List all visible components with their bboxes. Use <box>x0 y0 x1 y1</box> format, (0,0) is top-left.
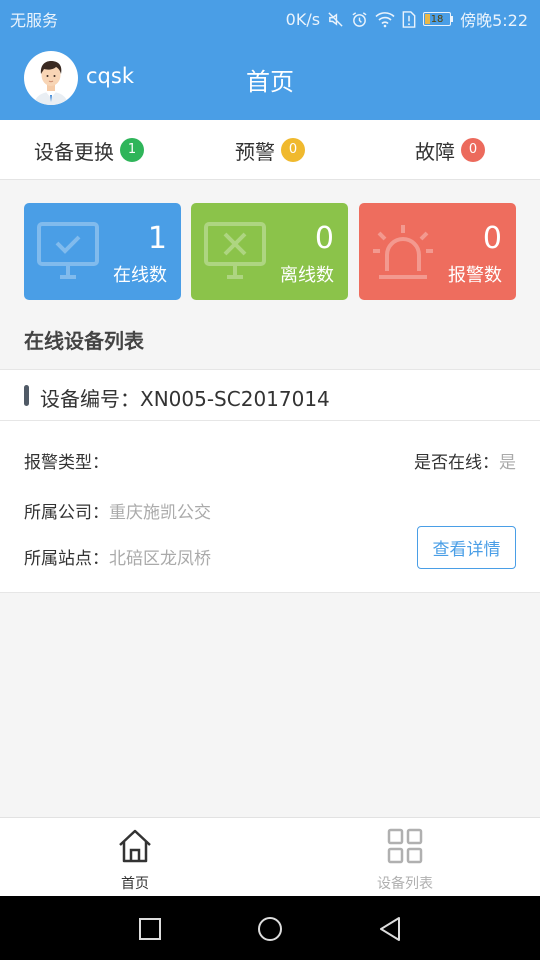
company-value: 重庆施凯公交 <box>109 503 211 523</box>
stat-value: 1 <box>147 221 167 256</box>
tab-warning[interactable]: 预警 0 <box>235 120 305 180</box>
category-tabs: 设备更换 1 预警 0 故障 0 <box>0 120 540 180</box>
page-title: 首页 <box>246 68 294 96</box>
station-value: 北碚区龙凤桥 <box>109 549 211 569</box>
tab-label: 预警 <box>235 139 275 164</box>
stat-card-alarm[interactable]: 0 报警数 <box>359 203 516 300</box>
count-badge: 0 <box>281 138 305 162</box>
stat-card-online[interactable]: 1 在线数 <box>24 203 181 300</box>
nav-label: 首页 <box>121 876 149 892</box>
alarm-icon <box>352 11 367 27</box>
stat-card-offline[interactable]: 0 离线数 <box>191 203 348 300</box>
stat-label: 离线数 <box>280 265 334 286</box>
alarm-type-field: 报警类型： <box>24 448 109 473</box>
station-label: 所属站点： <box>24 549 109 569</box>
home-icon <box>119 829 151 863</box>
clock: 傍晚5:22 <box>460 11 528 30</box>
online-field: 是否在线：是 <box>414 448 516 473</box>
view-details-button[interactable]: 查看详情 <box>417 526 516 569</box>
accent-bar <box>24 385 29 406</box>
company-label: 所属公司： <box>24 503 109 523</box>
tab-label: 设备更换 <box>34 139 114 164</box>
status-bar: 无服务 0K/s 18 傍晚5:22 <box>0 0 540 38</box>
company-field: 所属公司：重庆施凯公交 <box>24 498 211 523</box>
stat-value: 0 <box>314 221 334 256</box>
tab-device-replace[interactable]: 设备更换 1 <box>34 120 144 180</box>
tab-label: 故障 <box>415 139 455 164</box>
online-value: 是 <box>499 453 516 473</box>
nav-item-device-list[interactable]: 设备列表 <box>270 818 540 897</box>
stat-value: 0 <box>482 221 502 256</box>
monitor-x-icon <box>204 222 266 279</box>
tab-fault[interactable]: 故障 0 <box>415 120 485 180</box>
wifi-icon <box>375 11 395 27</box>
home-button-icon[interactable] <box>257 916 283 942</box>
monitor-check-icon <box>37 222 99 279</box>
recents-button-icon[interactable] <box>138 917 162 941</box>
device-number-value: XN005-SC2017014 <box>140 387 330 411</box>
carrier-text: 无服务 <box>10 11 59 30</box>
online-label: 是否在线： <box>414 453 499 473</box>
network-speed: 0K/s <box>285 9 321 29</box>
device-number-label: 设备编号： <box>40 387 140 411</box>
stat-label: 报警数 <box>448 265 502 286</box>
nav-label: 设备列表 <box>377 876 433 892</box>
mute-icon <box>328 11 343 27</box>
device-card-body: 报警类型： 是否在线：是 所属公司：重庆施凯公交 所属站点：北碚区龙凤桥 查看详… <box>0 421 540 593</box>
section-title: 在线设备列表 <box>24 329 144 353</box>
battery-level: 18 <box>430 13 444 25</box>
battery-icon: 18 <box>423 12 454 26</box>
system-nav-bar <box>0 896 540 960</box>
count-badge: 1 <box>120 138 144 162</box>
back-button-icon[interactable] <box>378 916 402 942</box>
stat-label: 在线数 <box>113 265 167 286</box>
alarm-light-icon <box>373 225 433 279</box>
status-icons: 0K/s 18 傍晚5:22 <box>286 7 528 31</box>
device-number: 设备编号：XN005-SC2017014 <box>40 383 330 412</box>
station-field: 所属站点：北碚区龙凤桥 <box>24 544 211 569</box>
app-header: cqsk 首页 <box>0 38 540 120</box>
bottom-nav: 首页 设备列表 <box>0 817 540 896</box>
sim-alert-icon <box>402 10 416 28</box>
device-card-header[interactable]: 设备编号：XN005-SC2017014 <box>0 369 540 421</box>
count-badge: 0 <box>461 138 485 162</box>
alarm-type-label: 报警类型： <box>24 453 109 473</box>
grid-icon <box>387 828 423 864</box>
nav-item-home[interactable]: 首页 <box>0 818 270 897</box>
